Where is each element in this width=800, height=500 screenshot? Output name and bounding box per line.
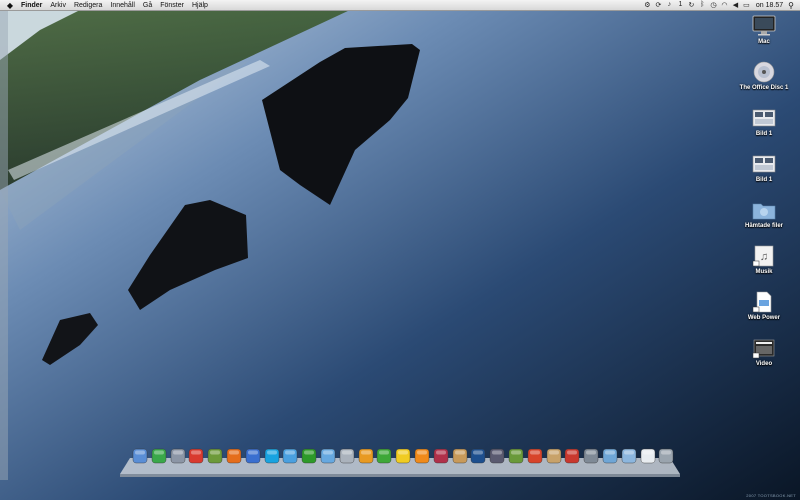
alias-video-icon <box>752 339 775 359</box>
svg-text:♫: ♫ <box>760 251 768 263</box>
calendar-day-icon[interactable]: 1 <box>676 1 685 9</box>
dock-star-icon[interactable] <box>527 448 543 464</box>
desktop-icon-label: Video <box>755 361 773 367</box>
battery-icon[interactable]: ▭ <box>742 1 751 9</box>
dock-photobooth-icon[interactable] <box>433 448 449 464</box>
desktop-icon-hamtade-filer[interactable]: Hämtade filer <box>728 198 800 229</box>
dock-system-preferences-icon[interactable] <box>170 448 186 464</box>
menu-list: Finder Arkiv Redigera Innehåll Gå Fönster Hjäl… <box>17 0 212 11</box>
dock-firefox-icon[interactable] <box>226 448 242 464</box>
menu-innehall[interactable]: Innehåll <box>106 0 139 11</box>
disc-icon <box>753 61 775 83</box>
bluetooth-icon[interactable]: ᛒ <box>698 1 707 9</box>
menu-finder[interactable]: Finder <box>17 0 46 11</box>
menu-fonster[interactable]: Fönster <box>156 0 188 11</box>
desktop-wallpaper <box>0 0 800 500</box>
time-machine-icon[interactable]: ◷ <box>709 1 718 9</box>
desktop-icon-bild-1a[interactable]: Bild 1 <box>728 106 800 137</box>
volume-icon[interactable]: ◀ <box>731 1 740 9</box>
desktop-icon-label: The Office Disc 1 <box>739 85 789 91</box>
menu-extras: ⚙ ⟳ ♪ 1 ↻ ᛒ ◷ ◠ ◀ ▭ on 18.57 ⚲ <box>642 1 800 10</box>
sync-icon[interactable]: ⟳ <box>654 1 663 9</box>
dock-chart-icon[interactable] <box>508 448 524 464</box>
status-icons: ⚙ ⟳ ♪ 1 ↻ ᛒ ◷ ◠ ◀ ▭ <box>642 1 752 9</box>
menu-arkiv[interactable]: Arkiv <box>46 0 70 11</box>
dock <box>120 444 680 500</box>
menu-ga[interactable]: Gå <box>139 0 156 11</box>
dock-photoshop-icon[interactable] <box>470 448 486 464</box>
spotlight-icon[interactable]: ⚲ <box>788 1 794 10</box>
dock-script-icon[interactable] <box>546 448 562 464</box>
menu-redigera[interactable]: Redigera <box>70 0 106 11</box>
dock-finder-icon[interactable] <box>132 448 148 464</box>
folder-download-icon <box>752 203 776 220</box>
dock-tool-icon[interactable] <box>339 448 355 464</box>
dock-applications-stack-icon[interactable] <box>602 448 618 464</box>
dock-documents-stack-icon[interactable] <box>621 448 637 464</box>
desktop-icon-label: Musik <box>755 269 773 275</box>
refresh-icon[interactable]: ↻ <box>687 1 696 9</box>
dock-duck-icon[interactable] <box>395 448 411 464</box>
apple-icon[interactable]: ◆ <box>3 1 17 10</box>
dock-iphoto-icon[interactable] <box>207 448 223 464</box>
dock-itunes2-icon[interactable] <box>320 448 336 464</box>
desktop-icon-mac[interactable]: Mac <box>728 14 800 45</box>
dock-trash-icon[interactable] <box>658 448 674 464</box>
menu-bar: ◆ Finder Arkiv Redigera Innehåll Gå Fönster Hj… <box>0 0 800 11</box>
desktop-icon-web-power[interactable]: Web Power <box>728 290 800 321</box>
dock-ical-icon[interactable] <box>188 448 204 464</box>
menubar-clock[interactable]: on 18.57 <box>756 2 783 9</box>
dock-app-green-icon[interactable] <box>376 448 392 464</box>
menu-hjalp[interactable]: Hjälp <box>188 0 212 11</box>
desktop-icon-label: Bild 1 <box>755 131 773 137</box>
wifi-icon[interactable]: ◠ <box>720 1 729 9</box>
alias-doc-icon <box>752 291 772 313</box>
dock-spotify-icon[interactable] <box>301 448 317 464</box>
screenshot-icon <box>752 155 776 173</box>
desktop-icon-label: Mac <box>758 39 770 45</box>
alias-music-icon: ♫ <box>752 245 774 267</box>
dock-preview-icon[interactable] <box>452 448 468 464</box>
dock-app-orange-icon[interactable] <box>358 448 374 464</box>
desktop-icon-label: Bild 1 <box>755 177 773 183</box>
desktop-icon-video[interactable]: Video <box>728 336 800 367</box>
dock-adium-icon[interactable] <box>151 448 167 464</box>
dock-itunes-icon[interactable] <box>245 448 261 464</box>
dock-vlc-icon[interactable] <box>414 448 430 464</box>
music-note-icon[interactable]: ♪ <box>665 1 674 9</box>
monitor-icon <box>752 15 776 36</box>
desktop-icon-bild-1b[interactable]: Bild 1 <box>728 152 800 183</box>
dock-screen-icon[interactable] <box>583 448 599 464</box>
dock-activity-icon[interactable] <box>564 448 580 464</box>
desktop-icon-office-disc[interactable]: The Office Disc 1 <box>728 60 800 91</box>
screenshot-icon <box>752 109 776 127</box>
desktop-icon-musik[interactable]: ♫ Musik <box>728 244 800 275</box>
dock-pen-icon[interactable] <box>489 448 505 464</box>
gear-icon[interactable]: ⚙ <box>643 1 652 9</box>
dock-safari-icon[interactable] <box>282 448 298 464</box>
dock-skype-icon[interactable] <box>264 448 280 464</box>
desktop-icon-label: Hämtade filer <box>744 223 783 229</box>
dock-file-icon[interactable] <box>640 448 656 464</box>
wallpaper-credit: 2007 TOOTSBOOK.NET <box>746 493 796 498</box>
desktop-icon-label: Web Power <box>747 315 781 321</box>
